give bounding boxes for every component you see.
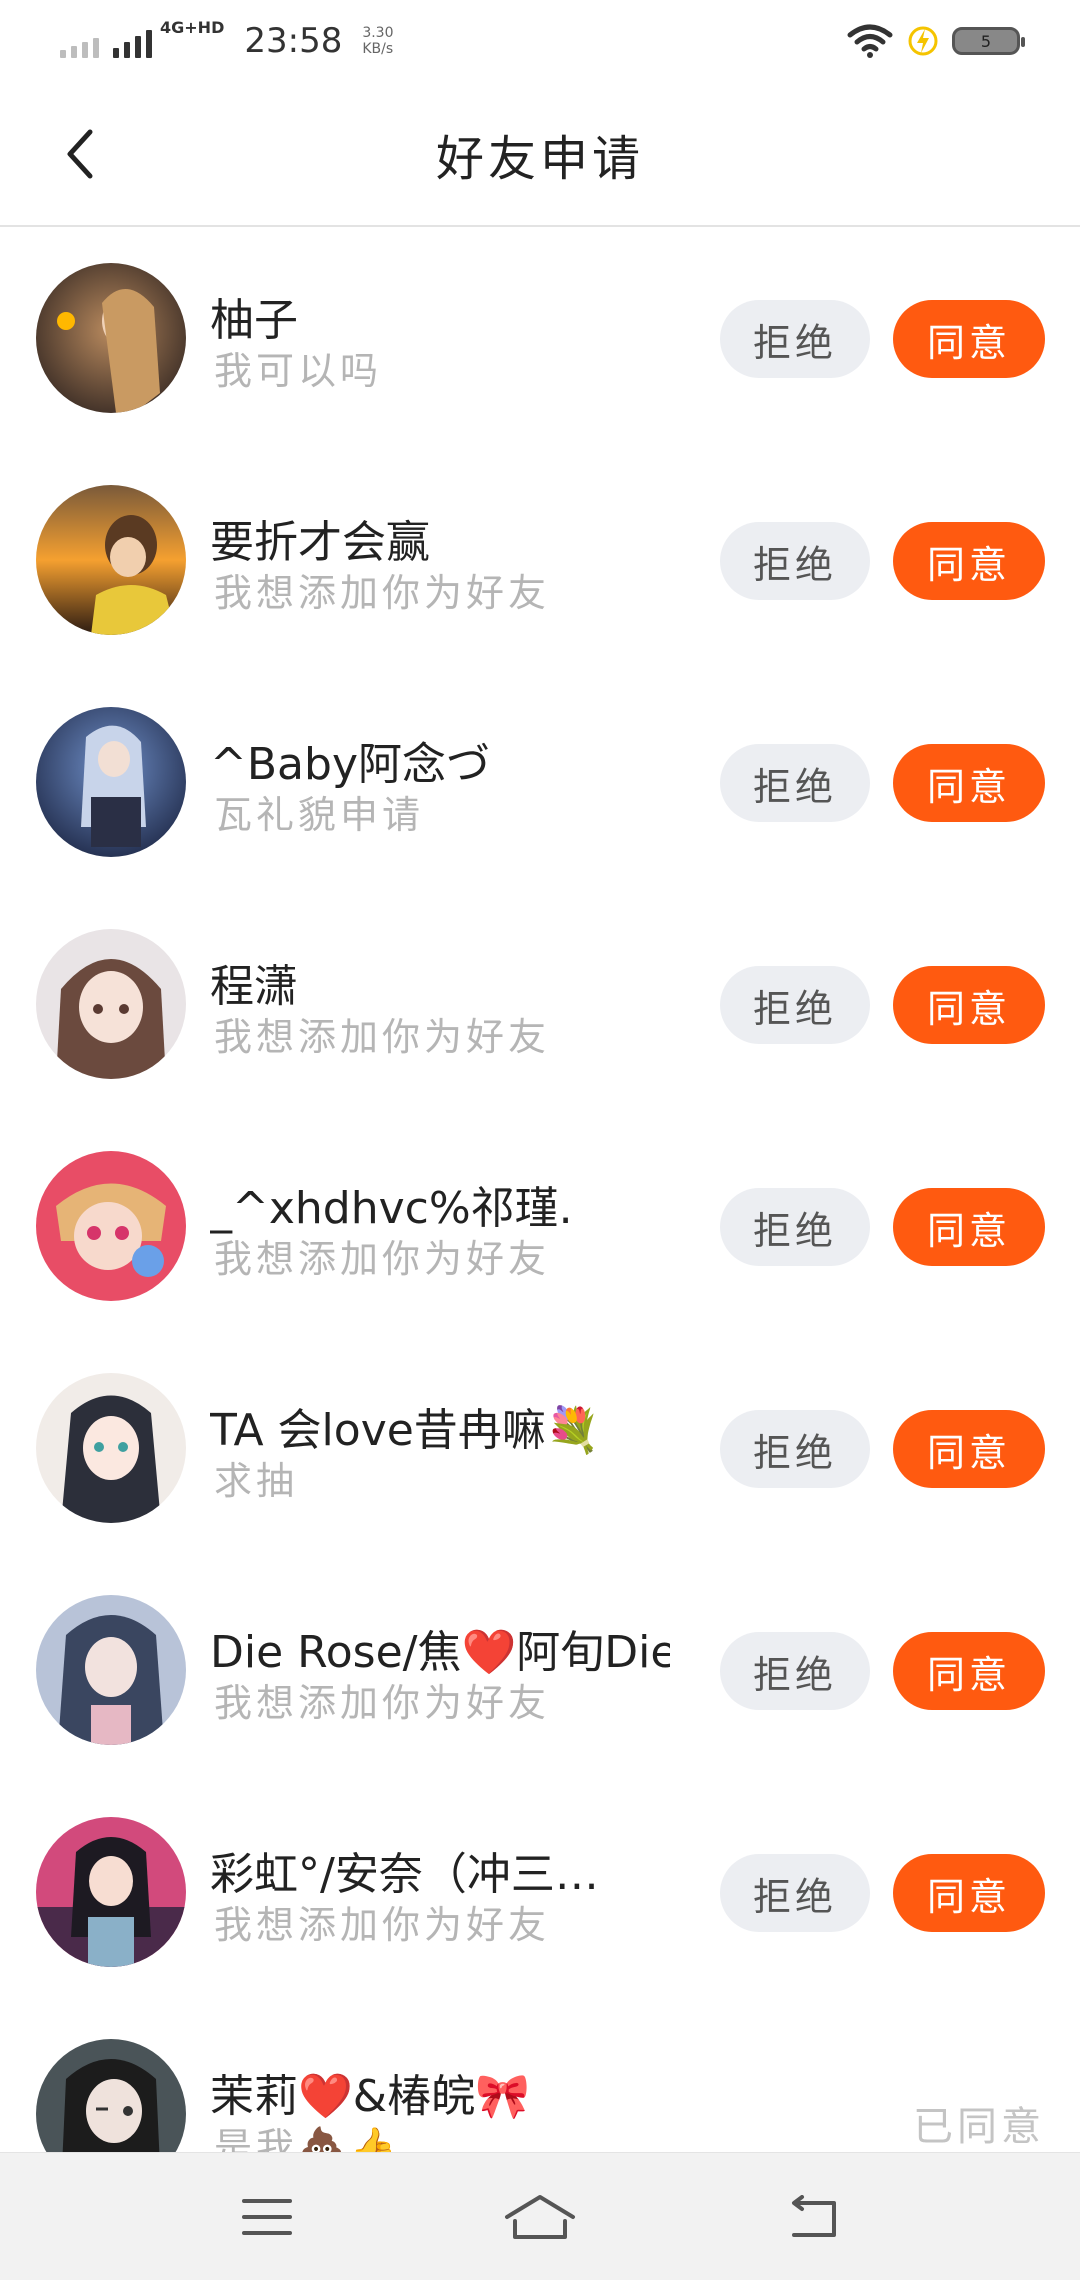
accept-button[interactable]: 同意 (893, 1410, 1045, 1488)
request-message: 我想添加你为好友 (214, 1903, 551, 1947)
request-row: TA 会love昔冉嘛💐 求抽 拒绝 同意 (0, 1338, 1080, 1560)
avatar[interactable] (36, 1151, 186, 1301)
request-message: 我想添加你为好友 (214, 571, 551, 615)
request-message: 我想添加你为好友 (214, 1237, 551, 1281)
reject-button[interactable]: 拒绝 (720, 1188, 870, 1266)
signal-sim1-icon (60, 24, 99, 58)
avatar[interactable] (36, 929, 186, 1079)
reject-button[interactable]: 拒绝 (720, 966, 870, 1044)
accept-button[interactable]: 同意 (893, 744, 1045, 822)
reject-button[interactable]: 拒绝 (720, 522, 870, 600)
menu-button[interactable] (222, 2182, 312, 2252)
request-row: ^Baby阿念づ 瓦礼貌申请 拒绝 同意 (0, 672, 1080, 894)
avatar[interactable] (36, 1817, 186, 1967)
avatar[interactable] (36, 263, 186, 413)
speed-unit: KB/s (362, 41, 394, 57)
request-row: 程潇 我想添加你为好友 拒绝 同意 (0, 894, 1080, 1116)
requester-name: Die Rose/焦❤️阿旬Die (210, 1627, 670, 1678)
reject-button[interactable]: 拒绝 (720, 1410, 870, 1488)
reject-button[interactable]: 拒绝 (720, 300, 870, 378)
request-row: 要折才会赢 我想添加你为好友 拒绝 同意 (0, 450, 1080, 672)
signal-sim2-icon (113, 24, 152, 58)
friend-request-list: 柚子 我可以吗 拒绝 同意 要折才会赢 我想添加你为好友 拒绝 同意 ^Baby… (0, 228, 1080, 2226)
battery-level: 5 (980, 31, 992, 51)
request-row: _^xhdhvc%祁瑾. 我想添加你为好友 拒绝 同意 (0, 1116, 1080, 1338)
request-message: 我想添加你为好友 (214, 1681, 551, 1725)
back-arrow-icon (67, 129, 93, 179)
requester-name: 茉莉❤️&椿皖🎀 (210, 2071, 530, 2122)
accept-button[interactable]: 同意 (893, 966, 1045, 1044)
avatar[interactable] (36, 1373, 186, 1523)
header-bar: 好友申请 (0, 82, 1080, 227)
home-icon (504, 2194, 575, 2239)
accept-button[interactable]: 同意 (893, 1854, 1045, 1932)
requester-name: ^Baby阿念づ (210, 739, 490, 790)
request-row: 彩虹°/安奈（冲三… 我想添加你为好友 拒绝 同意 (0, 1782, 1080, 2004)
accept-button[interactable]: 同意 (893, 522, 1045, 600)
avatar[interactable] (36, 707, 186, 857)
accept-button[interactable]: 同意 (893, 300, 1045, 378)
network-type: 4G+HD (160, 17, 225, 37)
request-row: Die Rose/焦❤️阿旬Die 我想添加你为好友 拒绝 同意 (0, 1560, 1080, 1782)
requester-name: 要折才会赢 (210, 517, 430, 568)
requester-name: 柚子 (210, 295, 298, 346)
speed-value: 3.30 (362, 25, 394, 41)
network-speed: 3.30 KB/s (362, 25, 393, 57)
accept-button[interactable]: 同意 (893, 1632, 1045, 1710)
avatar[interactable] (36, 1595, 186, 1745)
home-button[interactable] (495, 2182, 585, 2252)
reject-button[interactable]: 拒绝 (720, 1632, 870, 1710)
requester-name: _^xhdhvc%祁瑾. (210, 1183, 573, 1234)
system-nav-bar (0, 2152, 1080, 2280)
request-row: 柚子 我可以吗 拒绝 同意 (0, 228, 1080, 450)
requester-name: TA 会love昔冉嘛💐 (210, 1405, 601, 1456)
charging-icon (908, 26, 938, 56)
wifi-icon (847, 24, 893, 58)
menu-icon (241, 2198, 292, 2235)
request-message: 我可以吗 (214, 349, 383, 393)
requester-name: 彩虹°/安奈（冲三… (210, 1849, 599, 1900)
back-nav-icon (792, 2194, 837, 2237)
reject-button[interactable]: 拒绝 (720, 1854, 870, 1932)
nav-back-button[interactable] (768, 2182, 858, 2252)
friend-requests-screen: 4G+HD 23:58 3.30 KB/s 5 好友申请 柚子 我可以吗 拒绝 … (0, 0, 1080, 2280)
avatar[interactable] (36, 485, 186, 635)
request-message: 我想添加你为好友 (214, 1015, 551, 1059)
request-message: 瓦礼貌申请 (214, 793, 425, 837)
page-title: 好友申请 (435, 130, 644, 187)
clock: 23:58 (244, 21, 343, 61)
battery-indicator: 5 (952, 27, 1025, 55)
accepted-status: 已同意 (913, 2104, 1045, 2150)
back-button[interactable] (40, 114, 120, 194)
accept-button[interactable]: 同意 (893, 1188, 1045, 1266)
status-bar: 4G+HD 23:58 3.30 KB/s 5 (0, 0, 1080, 82)
reject-button[interactable]: 拒绝 (720, 744, 870, 822)
request-message: 求抽 (214, 1459, 299, 1503)
requester-name: 程潇 (210, 961, 298, 1012)
